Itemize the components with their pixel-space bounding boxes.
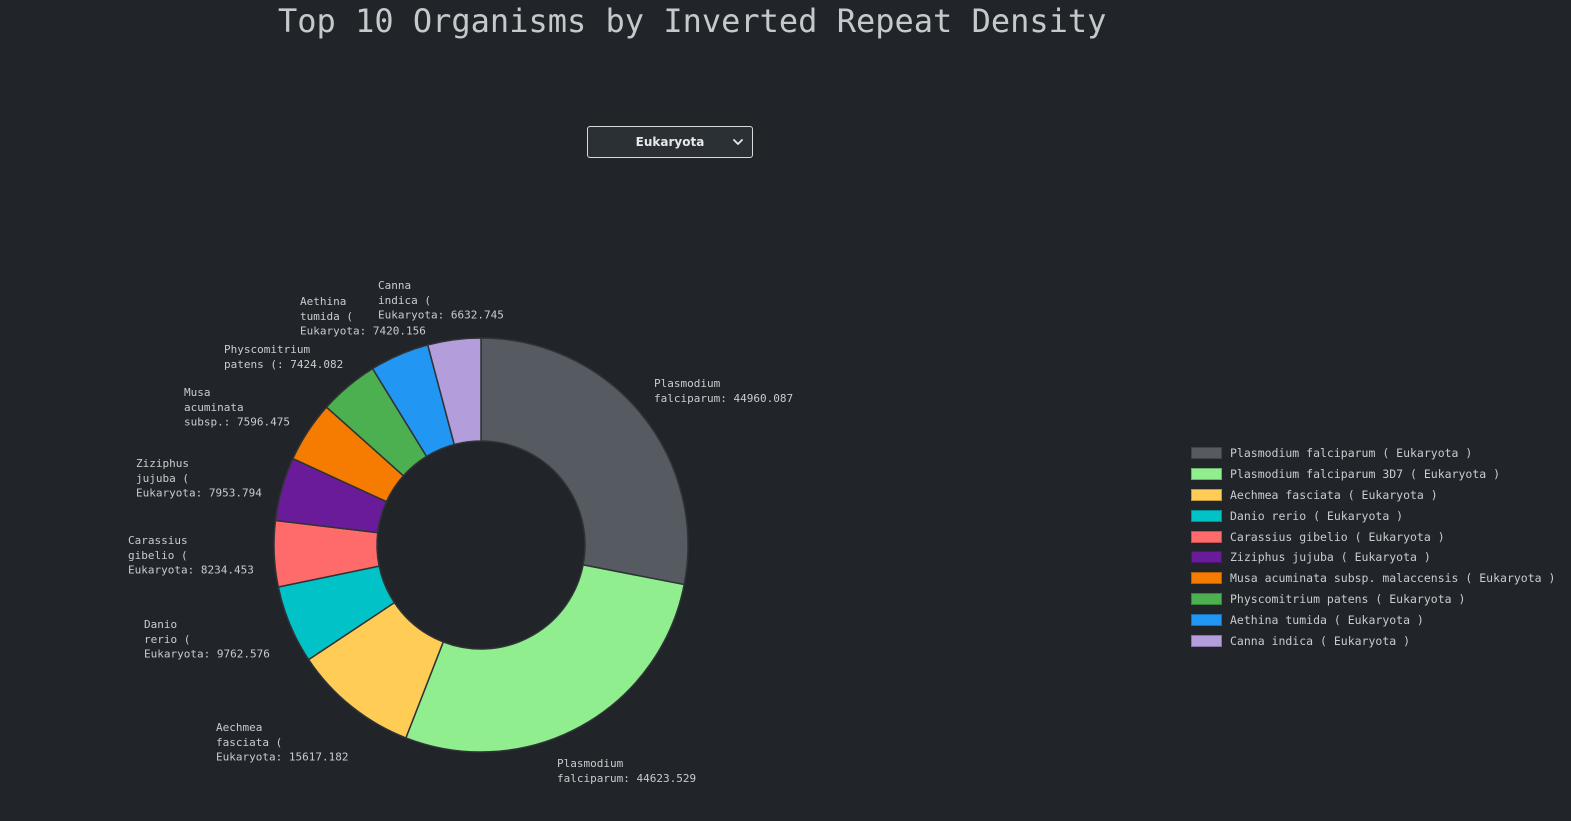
slice-label-line: subsp.: 7596.475 (184, 416, 290, 429)
slice-label-line: fasciata ( (216, 736, 282, 749)
slice-label: Plasmodium falciparum: 44960.087 (654, 377, 793, 405)
slice-label-line: Eukaryota: 7420.156 (300, 325, 426, 338)
slice-label-line: Aethina (300, 295, 346, 308)
slice-label-line: Eukaryota: 9762.576 (144, 648, 270, 661)
legend-swatch (1191, 613, 1222, 626)
legend-item[interactable]: Carassius gibelio ( Eukaryota ) (1191, 526, 1555, 547)
slice-label-line: Eukaryota: 7953.794 (136, 487, 262, 500)
legend-label: Danio rerio ( Eukaryota ) (1230, 508, 1404, 523)
legend-swatch (1191, 634, 1222, 647)
slice-label-line: falciparum: 44960.087 (654, 392, 793, 405)
slice-label-line: patens (: 7424.082 (224, 358, 343, 371)
slice-label-line: Eukaryota: 6632.745 (378, 309, 504, 322)
legend-item[interactable]: Ziziphus jujuba ( Eukaryota ) (1191, 547, 1555, 568)
slice-label-line: Canna (378, 279, 411, 292)
legend-label: Carassius gibelio ( Eukaryota ) (1230, 529, 1445, 544)
slice-label-line: Aechmea (216, 721, 262, 734)
slice-label-line: Carassius (128, 534, 188, 547)
legend-item[interactable]: Aethina tumida ( Eukaryota ) (1191, 609, 1555, 630)
slice-label: Carassius gibelio ( Eukaryota: 8234.453 (128, 534, 254, 577)
legend-label: Musa acuminata subsp. malaccensis ( Euka… (1230, 571, 1556, 586)
slice-label-line: Plasmodium (557, 757, 624, 770)
slice-label: Physcomitrium patens (: 7424.082 (224, 343, 343, 371)
legend-swatch (1191, 551, 1222, 564)
legend-item[interactable]: Plasmodium falciparum 3D7 ( Eukaryota ) (1191, 464, 1555, 485)
legend-swatch (1191, 488, 1222, 501)
slice-label-line: gibelio ( (128, 549, 188, 562)
slice-label-line: jujuba ( (136, 472, 189, 485)
legend-swatch (1191, 572, 1222, 585)
donut-slices (273, 337, 689, 753)
slice-label-line: falciparum: 44623.529 (557, 772, 696, 785)
donut-slice[interactable] (480, 337, 689, 586)
donut-chart: Plasmodium falciparum: 44960.087Plasmodiu… (128, 279, 793, 785)
legend-swatch (1191, 592, 1222, 605)
legend-item[interactable]: Plasmodium falciparum ( Eukaryota ) (1191, 443, 1555, 464)
slice-label-line: Ziziphus (136, 457, 189, 470)
slice-label-line: Plasmodium (654, 377, 721, 390)
legend-swatch (1191, 468, 1222, 481)
legend-label: Canna indica ( Eukaryota ) (1230, 633, 1411, 648)
slice-label: Musa acuminata subsp.: 7596.475 (184, 386, 290, 429)
slice-label-line: acuminata (184, 401, 244, 414)
legend-item[interactable]: Danio rerio ( Eukaryota ) (1191, 505, 1555, 526)
legend-label: Plasmodium falciparum 3D7 ( Eukaryota ) (1230, 467, 1501, 482)
legend-item[interactable]: Musa acuminata subsp. malaccensis ( Euka… (1191, 568, 1555, 589)
slice-label-line: Danio (144, 618, 177, 631)
legend-swatch (1191, 509, 1222, 522)
slice-label: Canna indica ( Eukaryota: 6632.745 (378, 279, 504, 322)
legend-label: Aethina tumida ( Eukaryota ) (1230, 612, 1424, 627)
legend-item[interactable]: Aechmea fasciata ( Eukaryota ) (1191, 485, 1555, 506)
slice-label-line: indica ( (378, 294, 431, 307)
slice-label: Ziziphus jujuba ( Eukaryota: 7953.794 (136, 457, 262, 500)
legend-label: Aechmea fasciata ( Eukaryota ) (1230, 487, 1438, 502)
legend-swatch (1191, 530, 1222, 543)
slice-label-line: Physcomitrium (224, 343, 310, 356)
legend-item[interactable]: Canna indica ( Eukaryota ) (1191, 630, 1555, 651)
slice-label-line: tumida ( (300, 310, 353, 323)
page: Top 10 Organisms by Inverted Repeat Dens… (0, 0, 1571, 821)
slice-label: Danio rerio ( Eukaryota: 9762.576 (144, 618, 270, 661)
slice-label-line: rerio ( (144, 633, 190, 646)
slice-label-line: Eukaryota: 8234.453 (128, 564, 254, 577)
slice-label: Plasmodium falciparum: 44623.529 (557, 757, 696, 785)
slice-label-line: Musa (184, 386, 211, 399)
legend-label: Plasmodium falciparum ( Eukaryota ) (1230, 446, 1473, 461)
legend-item[interactable]: Physcomitrium patens ( Eukaryota ) (1191, 589, 1555, 610)
legend: Plasmodium falciparum ( Eukaryota ) Plasm… (1191, 443, 1555, 651)
legend-swatch (1191, 447, 1222, 460)
slice-label: Aechmea fasciata ( Eukaryota: 15617.182 (216, 721, 348, 764)
donut-slice[interactable] (404, 563, 686, 753)
slice-label-line: Eukaryota: 15617.182 (216, 751, 348, 764)
legend-label: Physcomitrium patens ( Eukaryota ) (1230, 591, 1466, 606)
legend-label: Ziziphus jujuba ( Eukaryota ) (1230, 550, 1431, 565)
